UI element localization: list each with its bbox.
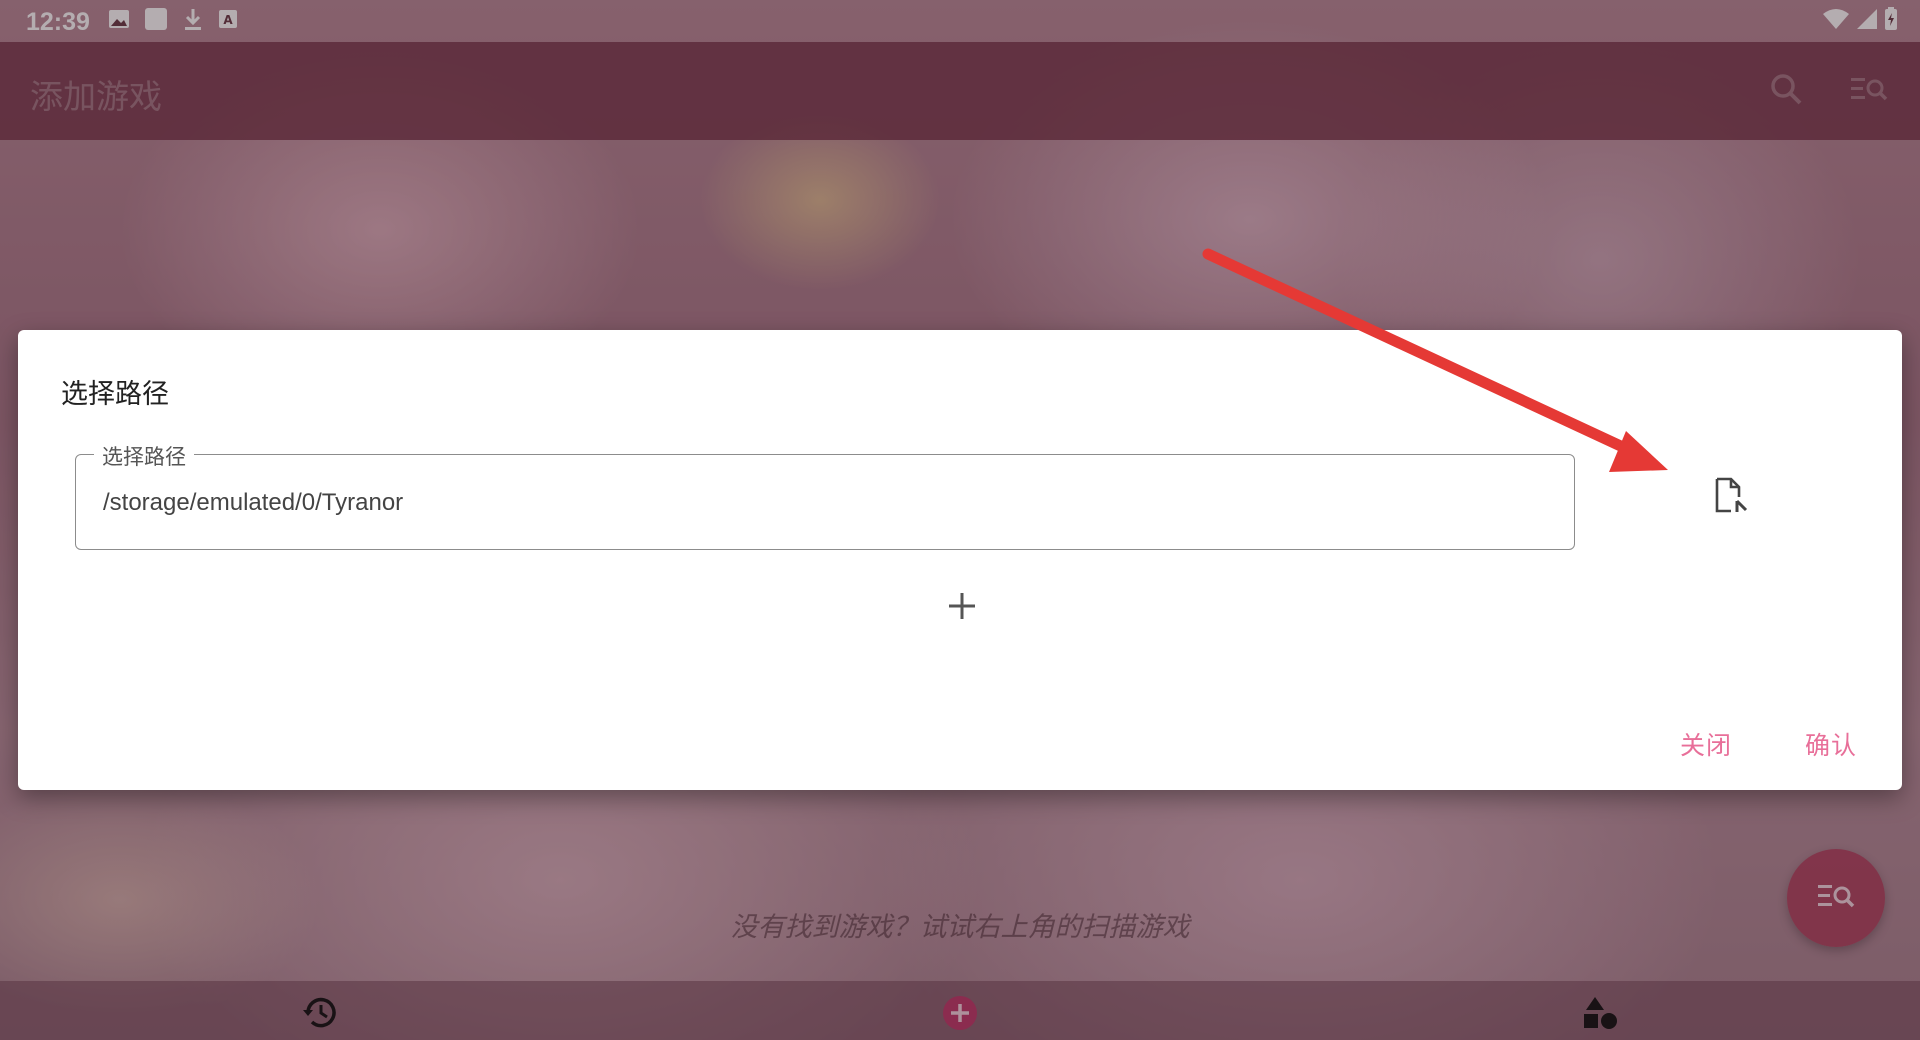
path-input-value[interactable]: /storage/emulated/0/Tyranor	[103, 489, 403, 517]
select-path-dialog: 选择路径 选择路径 /storage/emulated/0/Tyranor 关闭…	[18, 330, 1902, 790]
path-field-label: 选择路径	[94, 441, 194, 471]
plus-icon	[947, 591, 977, 625]
close-button[interactable]: 关闭	[1680, 726, 1732, 762]
file-picker-button[interactable]	[1703, 470, 1759, 526]
file-open-icon	[1713, 477, 1749, 519]
path-field[interactable]: 选择路径 /storage/emulated/0/Tyranor	[75, 441, 1575, 550]
confirm-button[interactable]: 确认	[1805, 726, 1857, 762]
screen: 12:39 A 添加游戏 没有找到游戏？试试右上角的扫描游戏 选择路径 选择路径…	[0, 0, 1920, 1040]
dialog-title: 选择路径	[61, 379, 169, 410]
add-path-button[interactable]	[934, 580, 990, 636]
